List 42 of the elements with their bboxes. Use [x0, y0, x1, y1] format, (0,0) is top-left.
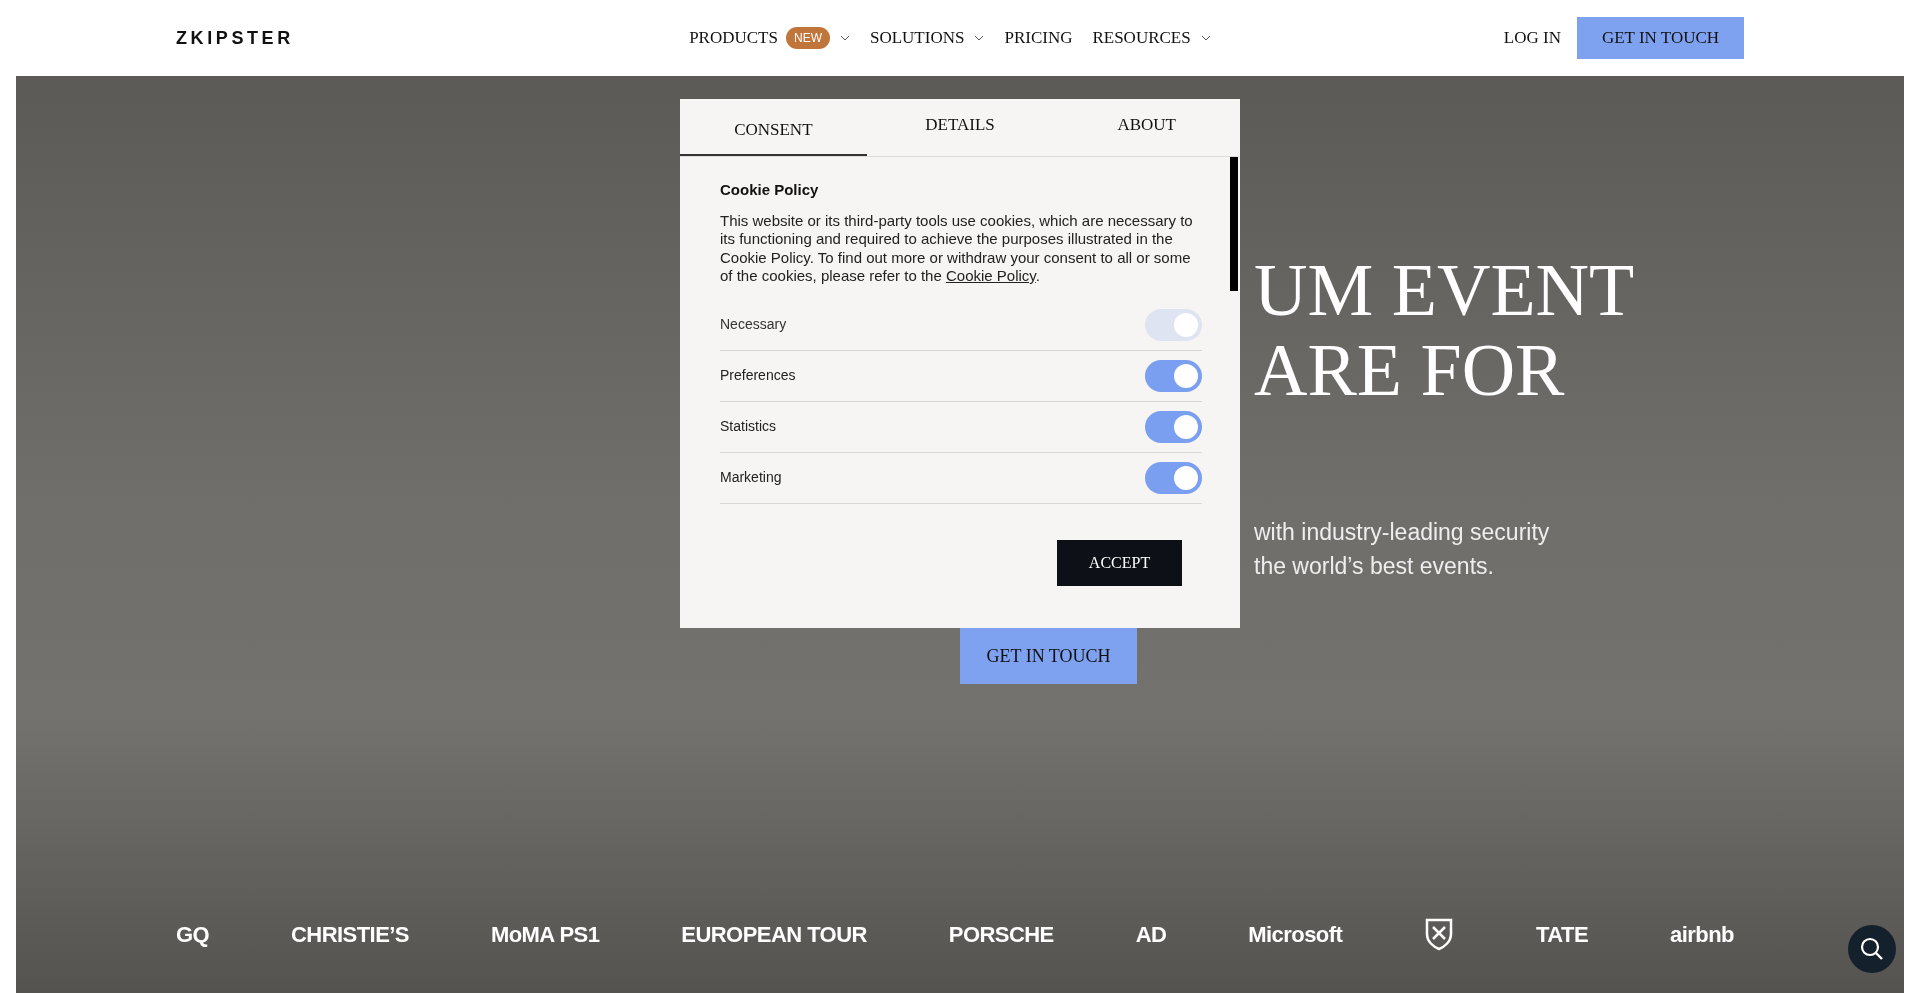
hero-headline: ARE FOR [1254, 330, 1566, 410]
get-in-touch-button[interactable]: GET IN TOUCH [960, 628, 1137, 684]
toggle-switch[interactable] [1145, 410, 1202, 443]
brand-logo[interactable]: ZKIPSTER [176, 24, 476, 52]
client-logo: GQ [176, 920, 210, 949]
category-label: Statistics [720, 417, 776, 436]
new-badge: NEW [785, 27, 830, 49]
dialog-tab[interactable]: DETAILS [866, 99, 1054, 156]
nav-link[interactable]: SOLUTIONS [869, 25, 985, 51]
category-label: Necessary [720, 315, 787, 334]
client-logo: CHRISTIE’S [291, 920, 409, 949]
client-logo: Microsoft [1248, 920, 1343, 949]
nav-link[interactable]: RESOURCES [1092, 25, 1211, 51]
client-logo: TATE [1536, 920, 1589, 949]
toggle-switch[interactable] [1145, 359, 1202, 392]
toggle-switch[interactable] [1145, 461, 1202, 494]
scrollbar-thumb[interactable] [1230, 157, 1238, 291]
nav-link[interactable]: PRODUCTS NEW [689, 25, 850, 51]
client-logo: airbnb [1670, 920, 1734, 949]
crest-icon [1424, 917, 1455, 951]
category-label: Marketing [720, 468, 782, 487]
hero-subtitle: with industry-leading security [1254, 518, 1551, 547]
client-logo: AD [1135, 920, 1167, 949]
hero-subtitle: the world’s best events. [1254, 552, 1495, 581]
client-logo: PORSCHE [948, 920, 1054, 949]
dialog-tab[interactable]: ABOUT [1053, 99, 1240, 156]
chevron-down-icon [839, 35, 850, 41]
hero-headline: UM EVENT [1254, 250, 1636, 330]
dialog-tab[interactable]: CONSENT [680, 99, 867, 156]
get-in-touch-button[interactable]: GET IN TOUCH [1577, 17, 1744, 59]
nav-link[interactable]: PRICING [1004, 25, 1073, 51]
client-logo: EUROPEAN TOUR [681, 920, 867, 949]
dialog-title: Cookie Policy [720, 180, 820, 200]
login-link[interactable]: LOG IN [1503, 25, 1561, 51]
cookie-policy-link[interactable]: Cookie Policy [946, 267, 1036, 284]
accept-button[interactable]: ACCEPT [1057, 539, 1182, 586]
client-logo: MoMA PS1 [490, 920, 600, 949]
chevron-down-icon [974, 35, 985, 41]
cookie-policy-text: This website or its third-party tools use cookies, which are necessary to its functioning and required to achieve the purposes illustrated in the Cookie Policy. To find out more or withdraw your consent to all or some of the cookies, please refer to the Cookie Policy. [720, 211, 1194, 286]
search-icon [1859, 936, 1885, 962]
category-label: Preferences [720, 366, 796, 385]
chevron-down-icon [1200, 35, 1211, 41]
